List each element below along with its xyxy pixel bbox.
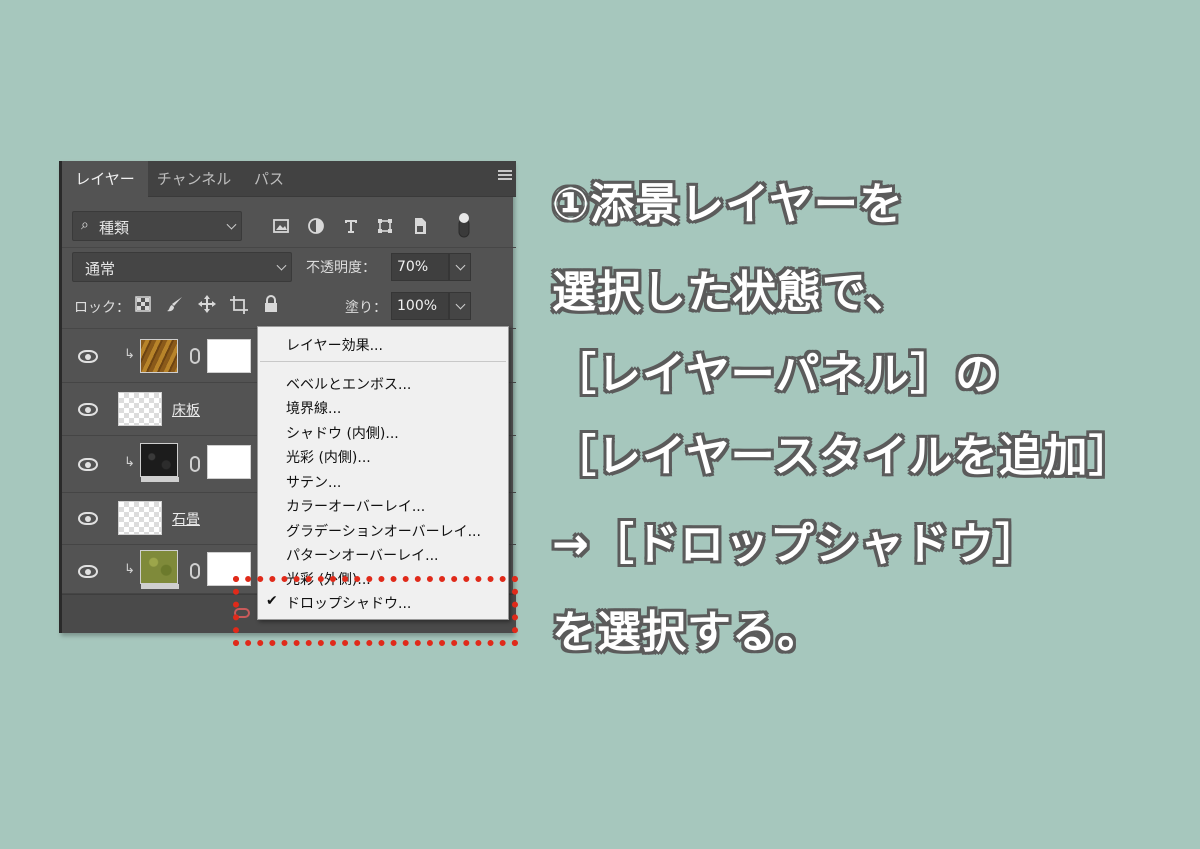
adjustment-filter-icon[interactable]: [307, 217, 325, 235]
menu-item-inner-glow[interactable]: 光彩 (内側)...: [286, 447, 371, 467]
instruction-line: →［ドロップシャドウ］: [552, 519, 1040, 570]
eye-icon[interactable]: [78, 458, 98, 471]
fill-input[interactable]: 100%: [391, 292, 449, 320]
highlight-box: [233, 576, 518, 646]
link-icon[interactable]: [190, 563, 200, 579]
instruction-line: ［レイヤーパネル］の: [552, 349, 1001, 400]
layer-mask-thumbnail[interactable]: [207, 339, 251, 373]
eye-icon[interactable]: [78, 403, 98, 416]
menu-item-stroke[interactable]: 境界線...: [286, 398, 341, 418]
instruction-line: ［レイヤースタイルを追加］: [552, 431, 1134, 482]
tab-paths[interactable]: パス: [240, 161, 298, 197]
lock-all-icon[interactable]: [263, 294, 279, 314]
eye-icon[interactable]: [78, 565, 98, 578]
tab-layers[interactable]: レイヤー: [62, 161, 148, 197]
layer-thumbnail: [140, 339, 178, 373]
fill-dropdown-button[interactable]: [449, 292, 471, 320]
panel-tabbar: レイヤー チャンネル パス: [62, 161, 516, 197]
opacity-dropdown-button[interactable]: [449, 253, 471, 281]
chevron-down-icon: [455, 260, 466, 271]
layer-thumbnail: [140, 550, 179, 589]
opacity-input[interactable]: 70%: [391, 253, 449, 281]
layer-name[interactable]: 石畳: [172, 509, 200, 529]
image-filter-icon[interactable]: [272, 217, 290, 235]
shape-filter-icon[interactable]: [376, 217, 394, 235]
filter-kind-label: 種類: [99, 219, 130, 237]
instruction-line: を選択する。: [552, 607, 822, 658]
layer-name[interactable]: 床板: [172, 400, 200, 420]
layer-mask-thumbnail[interactable]: [207, 445, 251, 479]
panel-menu-icon[interactable]: [498, 170, 512, 182]
fill-label: 塗り：: [345, 300, 387, 316]
instruction-line: 選択した状態で、: [552, 267, 911, 318]
type-filter-icon[interactable]: [342, 217, 360, 235]
lock-artboard-icon[interactable]: [229, 295, 249, 315]
link-icon[interactable]: [190, 348, 200, 364]
clipping-arrow-icon: ↳: [124, 347, 135, 362]
eye-icon[interactable]: [78, 350, 98, 363]
filter-kind-select[interactable]: ⌕ 種類: [72, 211, 242, 241]
layer-thumbnail: [140, 443, 179, 482]
clipping-arrow-icon: ↳: [124, 455, 135, 470]
menu-item-satin[interactable]: サテン...: [286, 472, 341, 492]
menu-item-inner-shadow[interactable]: シャドウ (内側)...: [286, 423, 399, 443]
layer-thumbnail: [118, 501, 162, 535]
opacity-label: 不透明度：: [306, 260, 376, 276]
tab-channels[interactable]: チャンネル: [148, 161, 240, 197]
lock-transparent-icon[interactable]: [135, 296, 151, 312]
chevron-down-icon: [455, 299, 466, 310]
menu-item-bevel-emboss[interactable]: ベベルとエンボス...: [286, 374, 411, 394]
menu-item-layer-effects[interactable]: レイヤー効果...: [286, 335, 383, 355]
lock-position-icon[interactable]: [197, 294, 217, 314]
chevron-down-icon: [226, 219, 237, 230]
smart-object-filter-icon[interactable]: [411, 216, 429, 236]
search-icon: ⌕: [81, 217, 89, 233]
menu-item-pattern-overlay[interactable]: パターンオーバーレイ...: [286, 545, 439, 565]
instruction-line: ①添景レイヤーを: [552, 179, 904, 230]
blend-mode-value: 通常: [85, 260, 116, 278]
menu-item-gradient-overlay[interactable]: グラデーションオーバーレイ...: [286, 521, 481, 541]
link-icon[interactable]: [190, 456, 200, 472]
blend-mode-select[interactable]: 通常: [72, 252, 292, 282]
lock-brush-icon[interactable]: [166, 295, 184, 313]
clipping-arrow-icon: ↳: [124, 562, 135, 577]
menu-item-color-overlay[interactable]: カラーオーバーレイ...: [286, 496, 425, 516]
eye-icon[interactable]: [78, 512, 98, 525]
lock-label: ロック：: [74, 300, 130, 316]
layer-thumbnail: [118, 392, 162, 426]
filter-toggle-icon[interactable]: [457, 211, 471, 239]
chevron-down-icon: [276, 260, 287, 271]
